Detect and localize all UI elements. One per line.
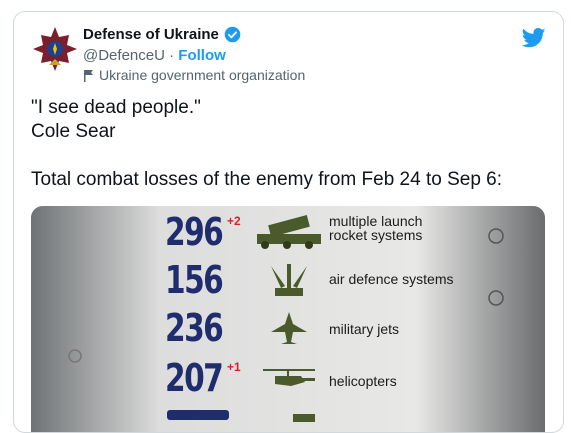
loss-label-line: air defence systems <box>329 271 454 287</box>
loss-number: 296 <box>165 210 224 254</box>
loss-number: 207 <box>165 356 224 400</box>
loss-number: 156 <box>165 258 224 302</box>
text-line <box>31 144 546 168</box>
follow-button[interactable]: Follow <box>178 47 226 64</box>
loss-row-partial <box>31 404 545 432</box>
loss-row: 236 military jets <box>31 304 545 354</box>
cropped-number <box>167 410 229 420</box>
loss-delta: +1 <box>227 360 241 374</box>
loss-delta: +2 <box>227 214 241 228</box>
display-name[interactable]: Defense of Ukraine <box>83 26 219 43</box>
loss-row: 156 air defence systems <box>31 256 545 306</box>
loss-number: 236 <box>165 306 224 350</box>
helicopter-icon <box>263 369 315 386</box>
text-line: "I see dead people." <box>31 97 201 118</box>
separator: · <box>169 47 175 64</box>
avatar[interactable] <box>31 25 79 73</box>
verified-badge-icon <box>224 26 241 43</box>
cropped-icon <box>293 414 315 422</box>
tweet-card[interactable]: Defense of Ukraine @DefenceU · Follow Uk… <box>13 11 564 433</box>
air-defence-icon <box>271 264 307 296</box>
loss-label-line: rocket systems <box>329 227 423 243</box>
jet-icon <box>271 312 307 344</box>
loss-label-line: multiple launch <box>329 213 423 229</box>
handle[interactable]: @DefenceU <box>83 47 165 64</box>
loss-row: 207 +1 helicopters <box>31 352 545 402</box>
rocket-launcher-icon <box>257 215 321 249</box>
loss-row: 296 +2 multiple launch rocket systems <box>31 208 545 258</box>
text-line: Cole Sear <box>31 121 116 142</box>
infographic-image[interactable]: 296 +2 multiple launch rocket systems 15… <box>31 206 545 432</box>
flag-icon <box>84 69 93 82</box>
tweet-text: "I see dead people." Cole Sear Total com… <box>31 96 546 192</box>
text-line: Total combat losses of the enemy from Fe… <box>31 169 503 190</box>
loss-label-line: helicopters <box>329 373 397 389</box>
org-label: Ukraine government organization <box>99 67 306 83</box>
twitter-bird-icon[interactable] <box>522 28 546 48</box>
loss-label-line: military jets <box>329 321 400 337</box>
